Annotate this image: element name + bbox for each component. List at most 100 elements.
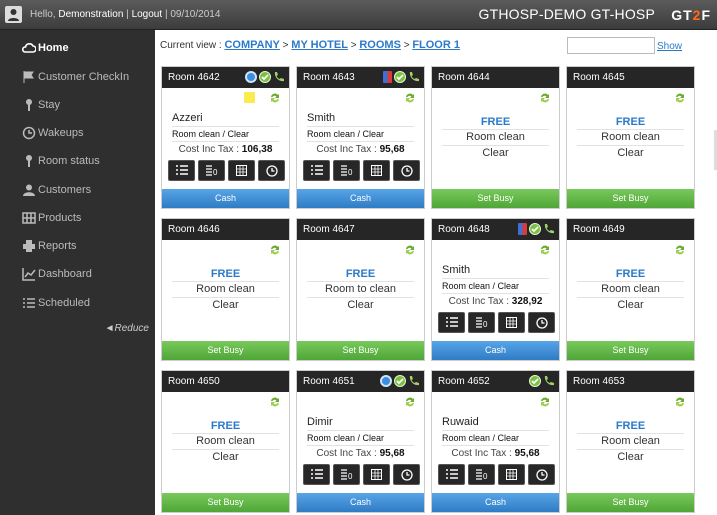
room-availability: FREE [615, 116, 646, 128]
bill-icon-button[interactable]: 0 [333, 464, 360, 485]
breadcrumb-floor[interactable]: FLOOR 1 [412, 39, 460, 51]
sidebar-item-room-status[interactable]: Room status [0, 147, 155, 175]
room-card[interactable]: Room 4647 FREE Room to clean Clear Set Busy [296, 218, 425, 361]
room-card[interactable]: Room 4644 FREE Room clean Clear Set Busy [431, 66, 560, 209]
refresh-icon[interactable] [404, 244, 416, 256]
set-busy-button[interactable]: Set Busy [567, 189, 694, 208]
cash-button[interactable]: Cash [162, 189, 289, 208]
bill-icon-button[interactable]: 0 [198, 160, 225, 181]
set-busy-button[interactable]: Set Busy [162, 341, 289, 360]
room-name: Room 4647 [303, 224, 355, 235]
check-icon[interactable] [394, 375, 406, 387]
set-busy-button[interactable]: Set Busy [567, 341, 694, 360]
show-button[interactable]: Show [657, 41, 682, 52]
calculator-icon-button[interactable] [498, 464, 525, 485]
phone-icon[interactable] [543, 223, 554, 235]
separator: | [164, 9, 168, 20]
cleaning-status: Room clean [196, 435, 255, 447]
cash-button[interactable]: Cash [432, 493, 559, 512]
clock-icon-button[interactable] [393, 464, 420, 485]
note-icon[interactable] [244, 92, 255, 103]
flag-icon[interactable] [518, 223, 527, 235]
sidebar-item-dashboard[interactable]: Dashboard [0, 260, 155, 288]
room-card[interactable]: Room 4642 Azzeri Room clean / Clear Cost In… [161, 66, 290, 209]
refresh-icon[interactable] [269, 92, 281, 104]
check-icon[interactable] [394, 71, 406, 83]
set-busy-button[interactable]: Set Busy [162, 493, 289, 512]
sidebar-item-wakeups[interactable]: Wakeups [0, 119, 155, 147]
set-busy-button[interactable]: Set Busy [567, 493, 694, 512]
calculator-icon-button[interactable] [228, 160, 255, 181]
set-busy-button[interactable]: Set Busy [297, 341, 424, 360]
check-icon[interactable] [529, 375, 541, 387]
room-name: Room 4651 [303, 376, 355, 387]
refresh-icon[interactable] [269, 244, 281, 256]
divider [172, 449, 279, 450]
check-icon[interactable] [529, 223, 541, 235]
list-icon-button[interactable] [168, 160, 195, 181]
clock-icon-button[interactable] [258, 160, 285, 181]
clock-icon-button[interactable] [528, 312, 555, 333]
calculator-icon-button[interactable] [498, 312, 525, 333]
cash-button[interactable]: Cash [297, 189, 424, 208]
search-input[interactable] [567, 37, 655, 54]
room-card[interactable]: Room 4646 FREE Room clean Clear Set Busy [161, 218, 290, 361]
refresh-icon[interactable] [539, 92, 551, 104]
user-icon[interactable] [5, 6, 22, 23]
bill-icon-button[interactable]: 0 [333, 160, 360, 181]
clock-icon-button[interactable] [528, 464, 555, 485]
reduce-button[interactable]: ◄Reduce [105, 323, 149, 334]
list-icon-button[interactable] [303, 464, 330, 485]
bill-icon-button[interactable]: 0 [468, 312, 495, 333]
refresh-icon[interactable] [269, 396, 281, 408]
room-card[interactable]: Room 4653 FREE Room clean Clear Set Busy [566, 370, 695, 513]
list-icon-button[interactable] [438, 464, 465, 485]
phone-icon[interactable] [543, 375, 554, 387]
logout-link[interactable]: Logout [132, 9, 163, 20]
room-card[interactable]: Room 4648 Smith Room clean / Clear Cost Inc… [431, 218, 560, 361]
bill-icon-button[interactable]: 0 [468, 464, 495, 485]
breadcrumb-company[interactable]: COMPANY [224, 39, 279, 51]
phone-icon[interactable] [273, 71, 284, 83]
refresh-icon[interactable] [674, 244, 686, 256]
refresh-icon[interactable] [404, 396, 416, 408]
list-icon-button[interactable] [303, 160, 330, 181]
sidebar-item-products[interactable]: Products [0, 204, 155, 232]
cost-inc-tax: Cost Inc Tax : 95,68 [297, 448, 424, 459]
sidebar-item-reports[interactable]: Reports [0, 232, 155, 260]
info-icon[interactable] [245, 71, 257, 83]
refresh-icon[interactable] [539, 244, 551, 256]
refresh-icon[interactable] [539, 396, 551, 408]
info-icon[interactable] [380, 375, 392, 387]
room-card[interactable]: Room 4650 FREE Room clean Clear Set Busy [161, 370, 290, 513]
cash-button[interactable]: Cash [432, 341, 559, 360]
calculator-icon-button[interactable] [363, 464, 390, 485]
key-icon [22, 154, 36, 168]
sidebar-item-stay[interactable]: Stay [0, 91, 155, 119]
room-card[interactable]: Room 4645 FREE Room clean Clear Set Busy [566, 66, 695, 209]
flag-icon[interactable] [383, 71, 392, 83]
cash-button[interactable]: Cash [297, 493, 424, 512]
sidebar-item-customer-checkin[interactable]: Customer CheckIn [0, 63, 155, 91]
cost-inc-tax: Cost Inc Tax : 328,92 [432, 296, 559, 307]
room-card[interactable]: Room 4651 Dimir Room clean / Clear Cost Inc… [296, 370, 425, 513]
phone-icon[interactable] [408, 71, 419, 83]
clock-icon-button[interactable] [393, 160, 420, 181]
room-card[interactable]: Room 4649 FREE Room clean Clear Set Busy [566, 218, 695, 361]
room-card[interactable]: Room 4643 Smith Room clean / Clear Cost Inc… [296, 66, 425, 209]
check-icon[interactable] [259, 71, 271, 83]
phone-icon[interactable] [408, 375, 419, 387]
breadcrumb-hotel[interactable]: MY HOTEL [291, 39, 348, 51]
sidebar-item-scheduled[interactable]: Scheduled [0, 289, 155, 317]
refresh-icon[interactable] [404, 92, 416, 104]
list-icon-button[interactable] [438, 312, 465, 333]
breadcrumb-rooms[interactable]: ROOMS [359, 39, 401, 51]
guest-name: Dimir [307, 416, 333, 428]
calculator-icon-button[interactable] [363, 160, 390, 181]
set-busy-button[interactable]: Set Busy [432, 189, 559, 208]
refresh-icon[interactable] [674, 92, 686, 104]
refresh-icon[interactable] [674, 396, 686, 408]
sidebar-item-customers[interactable]: Customers [0, 176, 155, 204]
room-card[interactable]: Room 4652 Ruwaid Room clean / Clear Cost In… [431, 370, 560, 513]
sidebar-item-home[interactable]: Home [0, 34, 155, 62]
